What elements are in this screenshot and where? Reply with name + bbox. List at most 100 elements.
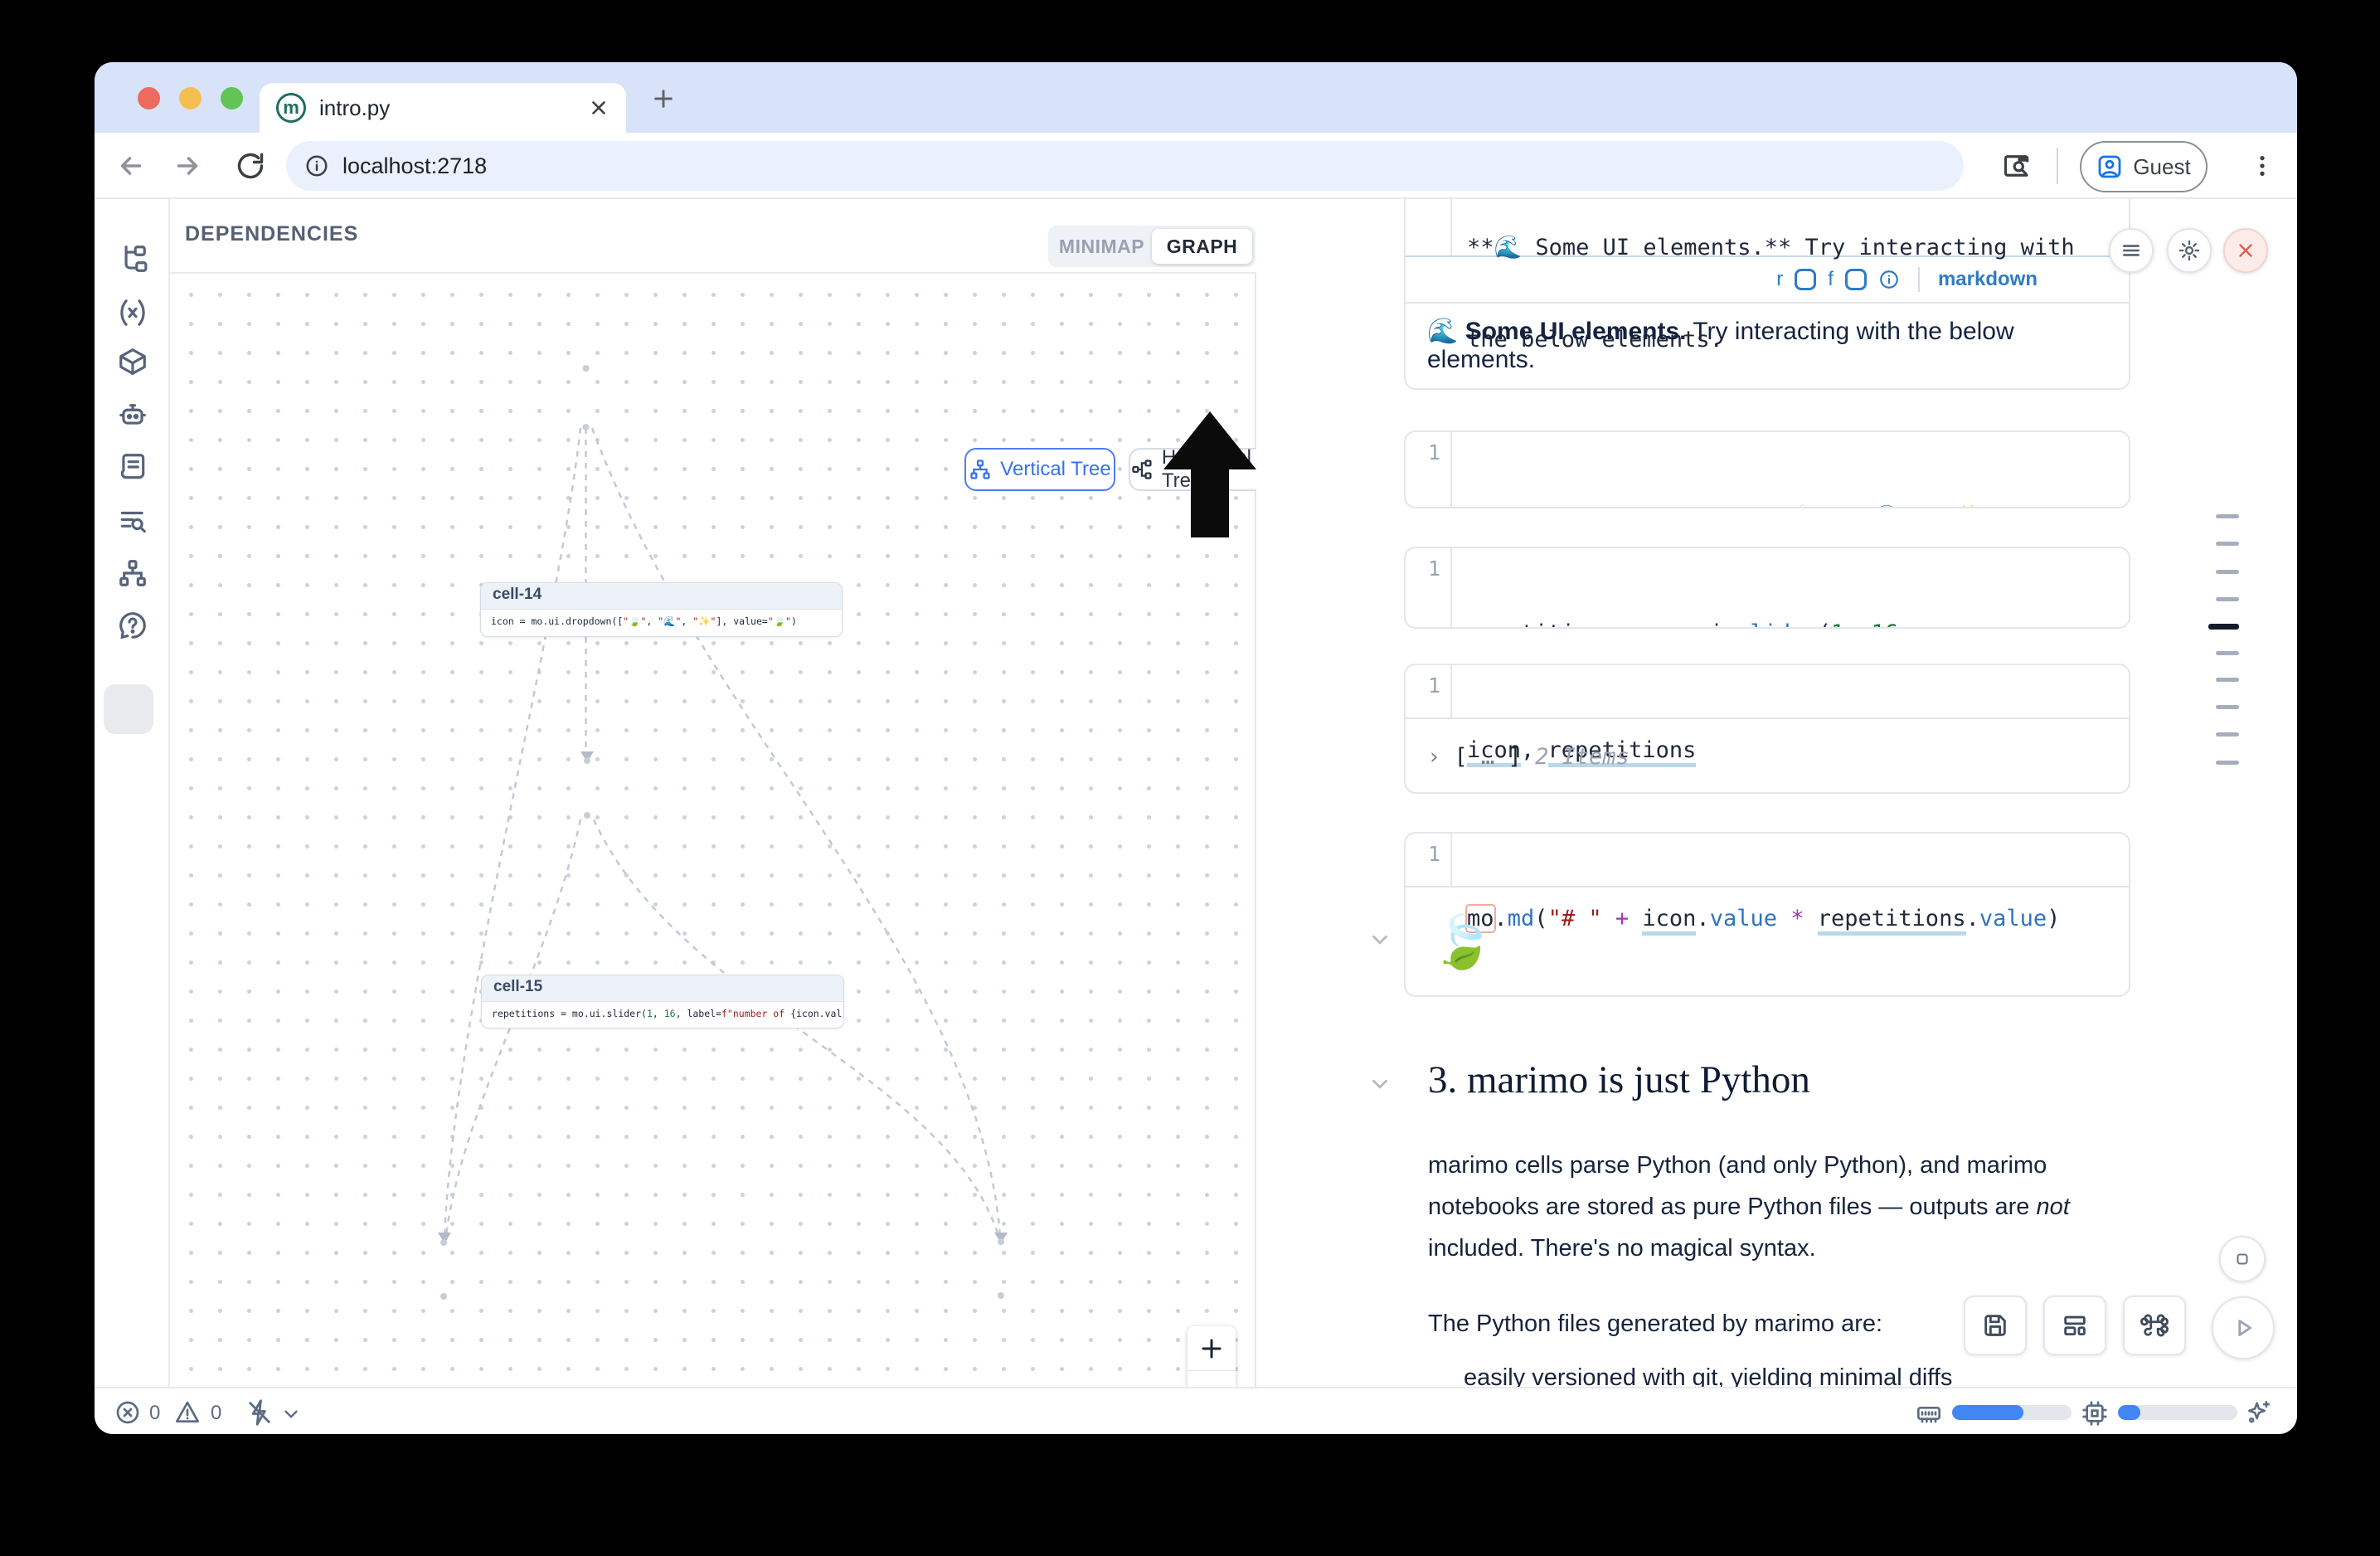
tab-minimap[interactable]: MINIMAP [1052,229,1152,264]
packages-icon[interactable] [117,346,148,377]
warnings-icon[interactable] [174,1399,201,1426]
prose-paragraph: marimo cells parse Python (and only Pyth… [1428,1145,2091,1269]
ai-sparkles-icon[interactable] [2244,1398,2272,1427]
run-all-button[interactable] [2212,1296,2275,1359]
minimap-line[interactable] [2216,678,2239,682]
code-line[interactable]: mo.md("# " + icon.value * repetitions.va… [1467,903,2060,934]
tab-search-icon[interactable] [2002,151,2032,181]
notebook-menu-button[interactable] [2109,228,2154,273]
annotation-arrow [1163,411,1256,537]
profile-button[interactable]: Guest [2080,141,2208,192]
graph-node-cell-14[interactable]: cell-14 icon = mo.ui.dropdown(["🍃", "🌊",… [480,582,843,637]
graph-node-cell-15[interactable]: cell-15 repetitions = mo.ui.slider(1, 16… [481,975,844,1028]
minimap-line[interactable] [2216,705,2239,709]
interrupt-button[interactable] [2219,1236,2266,1282]
controls-divider [1918,267,1920,292]
command-icon [2140,1311,2169,1340]
tab-graph[interactable]: GRAPH [1152,229,1252,264]
back-icon[interactable] [116,151,146,181]
browser-menu-icon[interactable] [2249,153,2276,179]
minimap-line[interactable] [2216,514,2239,518]
reload-icon[interactable] [236,151,265,181]
ai-assistant-icon[interactable] [117,398,148,430]
cpu-usage-bar [2118,1405,2237,1420]
app-sidebar [95,199,170,1387]
leaf-emoji-output: 🍃 [1430,912,1494,973]
errors-icon[interactable] [114,1399,141,1426]
run-mode-icon[interactable] [245,1398,274,1427]
save-button[interactable] [1964,1296,2027,1355]
minimap-line[interactable] [2216,597,2239,601]
line-number: 1 [1406,665,1452,717]
browser-tab[interactable]: m intro.py [260,83,626,133]
close-x-icon [2235,240,2256,261]
scratchpad-icon[interactable] [117,451,148,483]
url-bar[interactable]: localhost:2718 [286,141,1964,191]
code-line[interactable]: repetitions = mo.ui.slider(1, 16, [1467,618,1926,629]
node-code: repetitions = mo.ui.slider(1, 16, label=… [482,1002,843,1025]
output-text: 🌊 Some UI elements. Try interacting with… [1427,317,2129,374]
file-explorer-icon[interactable] [117,243,148,275]
minimap-line[interactable] [2216,570,2239,574]
url-text: localhost:2718 [342,153,487,179]
run-mode-chevron-icon[interactable] [280,1403,302,1425]
notebook-cell-momd[interactable]: 1 mo.md("# " + icon.value * repetitions.… [1404,832,2130,997]
minimap-line[interactable] [2216,761,2239,765]
cpu-icon [2081,1400,2108,1427]
window-minimize-button[interactable] [179,87,202,109]
shutdown-button[interactable] [2223,228,2268,273]
site-info-icon[interactable] [304,153,329,178]
ram-usage-fill [1952,1405,2023,1420]
gear-icon [2178,239,2201,262]
notebook-cell-slider[interactable]: 1 repetitions = mo.ui.slider(1, 16, labe… [1404,547,2130,629]
variables-icon[interactable] [117,297,148,328]
error-count: 0 [149,1402,160,1425]
reactive-toggle[interactable] [1795,269,1816,290]
command-palette-button[interactable] [2123,1296,2186,1355]
minimap-line[interactable] [2216,542,2239,546]
node-code: icon = mo.ui.dropdown(["🍃", "🌊", "✨"], v… [481,610,842,633]
window-maximize-button[interactable] [221,87,243,109]
help-icon[interactable] [117,610,148,641]
collapse-chevron-icon[interactable] [1367,927,1392,952]
minimap-line[interactable] [2216,732,2239,737]
minimap-line[interactable] [2216,651,2239,655]
section-collapse-chevron-icon[interactable] [1367,1072,1392,1096]
tab-close-icon[interactable] [588,97,610,119]
code-line[interactable]: icon = mo.ui.dropdown(["🍃", "🌊", "✨"], [1467,502,2023,508]
code-line[interactable]: **🌊 Some UI elements.** Try interacting … [1467,232,2075,263]
line-number: 1 [1406,199,1452,255]
dependencies-header: DEPENDENCIES MINIMAP GRAPH [170,199,1256,274]
graph-canvas[interactable]: Vertical Tree Horizontal Tree cell-14 ic… [170,274,1256,1387]
notebook-cell-dropdown[interactable]: 1 icon = mo.ui.dropdown(["🍃", "🌊", "✨"],… [1404,430,2130,508]
line-number: 1 [1406,548,1452,627]
window-close-button[interactable] [138,87,160,109]
format-toggle[interactable] [1845,269,1867,290]
ram-icon [1916,1400,1942,1427]
layout-button[interactable] [2043,1296,2106,1355]
forward-icon[interactable] [172,151,202,181]
prose-line: The Python files generated by marimo are… [1428,1310,1882,1338]
line-number: 1 [1406,834,1452,886]
node-title: cell-14 [481,583,842,610]
node-title: cell-15 [482,975,843,1002]
tab-title: intro.py [319,95,588,121]
dependencies-icon[interactable] [117,557,148,589]
ram-usage-bar [1952,1405,2072,1420]
notebook-cell-expression[interactable]: 1 icon, repetitions › [ … ] 2 Items [1404,664,2130,794]
zoom-in-button[interactable] [1188,1326,1236,1371]
vertical-tree-button[interactable]: Vertical Tree [964,448,1115,491]
notebook-settings-button[interactable] [2167,228,2212,273]
graph-zoom-controls [1188,1326,1236,1387]
logs-search-icon[interactable] [117,505,148,537]
toolbar-divider [2057,148,2058,184]
play-icon [2229,1314,2257,1342]
new-tab-icon[interactable] [650,85,677,112]
cell-info-icon[interactable] [1878,269,1900,290]
collapsed-list-output[interactable]: › [ … ] 2 Items [1427,744,1630,770]
minimap-line-active[interactable] [2208,624,2239,630]
line-number: 1 [1406,432,1452,507]
notebook-cell-markdown-intro[interactable]: 1 **🌊 Some UI elements.** Try interactin… [1404,199,2130,390]
language-label[interactable]: markdown [1938,268,2038,291]
zoom-out-button[interactable] [1188,1371,1236,1387]
